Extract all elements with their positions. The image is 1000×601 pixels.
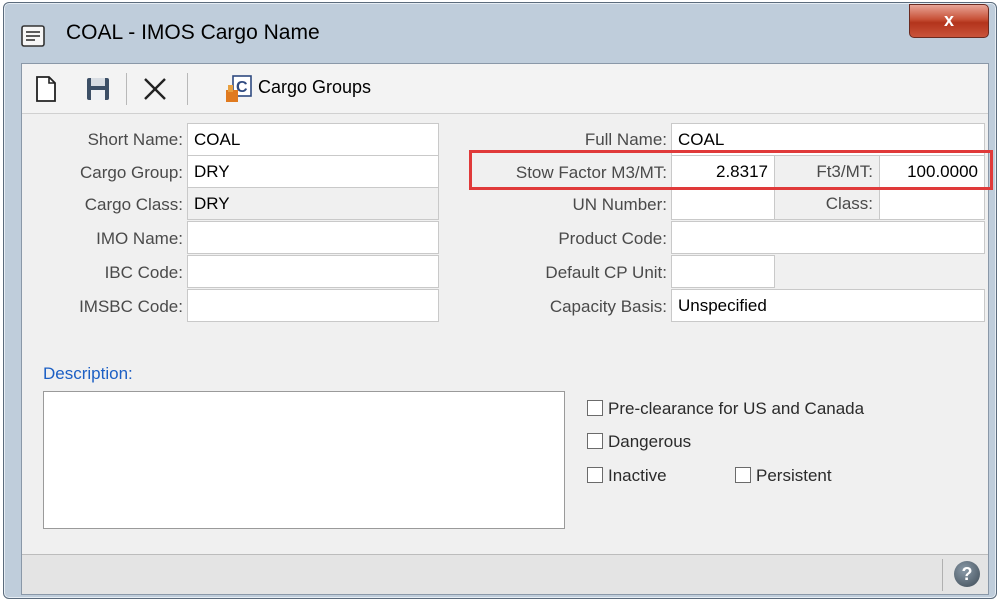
imo-name-label: IMO Name: (96, 229, 183, 248)
imo-name-field[interactable] (187, 221, 439, 254)
cargo-groups-button[interactable]: C Cargo Groups (218, 64, 388, 114)
imsbc-code-label: IMSBC Code: (79, 297, 183, 316)
status-separator (942, 559, 943, 591)
imsbc-code-field[interactable] (187, 289, 439, 322)
checkbox-box[interactable] (587, 400, 603, 416)
toolbar-separator (187, 73, 188, 105)
cargo-groups-label: Cargo Groups (258, 77, 372, 97)
close-button[interactable]: x (909, 4, 989, 38)
un-number-field[interactable] (671, 187, 775, 220)
title-bar[interactable]: COAL - IMOS Cargo Name x (4, 3, 996, 61)
cargo-name-window: COAL - IMOS Cargo Name x C Cargo Groups … (3, 2, 997, 599)
cargo-class-field: DRY (187, 187, 439, 220)
class-label: Class: (774, 187, 880, 220)
inactive-checkbox[interactable]: Inactive (587, 466, 667, 488)
checkbox-box[interactable] (587, 467, 603, 483)
short-name-field[interactable]: COAL (187, 123, 439, 156)
status-bar: ? (22, 554, 988, 594)
delete-icon[interactable] (142, 76, 168, 107)
capacity-basis-field[interactable]: Unspecified (671, 289, 985, 322)
pre-clearance-checkbox[interactable]: Pre-clearance for US and Canada (587, 399, 864, 421)
un-number-label: UN Number: (572, 195, 667, 214)
product-code-field[interactable] (671, 221, 985, 254)
default-cp-unit-label: Default CP Unit: (545, 263, 667, 282)
ibc-code-field[interactable] (187, 255, 439, 288)
pre-clearance-label: Pre-clearance for US and Canada (608, 399, 865, 418)
toolbar: C Cargo Groups (22, 64, 988, 114)
window-icon (21, 25, 45, 47)
close-icon: x (943, 10, 954, 30)
stow-factor-highlight-box (469, 150, 993, 190)
new-document-icon[interactable] (35, 75, 57, 108)
form-panel: C Cargo Groups Short Name: COAL Cargo Gr… (21, 63, 993, 595)
cargo-group-label: Cargo Group: (80, 163, 183, 182)
description-label: Description: (43, 364, 133, 383)
checkbox-box[interactable] (735, 467, 751, 483)
dangerous-checkbox[interactable]: Dangerous (587, 432, 691, 454)
window-title: COAL - IMOS Cargo Name (66, 21, 320, 44)
capacity-basis-label: Capacity Basis: (549, 297, 667, 316)
default-cp-unit-field[interactable] (671, 255, 775, 288)
cargo-class-label: Cargo Class: (84, 195, 183, 214)
short-name-label: Short Name: (87, 130, 183, 149)
save-icon[interactable] (86, 77, 110, 106)
inactive-label: Inactive (608, 466, 667, 485)
cargo-group-field[interactable]: DRY (187, 155, 439, 188)
full-name-label: Full Name: (584, 130, 667, 149)
persistent-label: Persistent (756, 466, 832, 485)
ibc-code-label: IBC Code: (104, 263, 183, 282)
checkbox-box[interactable] (587, 433, 603, 449)
cargo-groups-icon: C (225, 75, 253, 108)
toolbar-separator (126, 73, 127, 105)
product-code-label: Product Code: (558, 229, 667, 248)
dangerous-label: Dangerous (608, 432, 692, 451)
class-field[interactable] (879, 187, 985, 220)
help-icon[interactable]: ? (954, 561, 980, 587)
persistent-checkbox[interactable]: Persistent (735, 466, 832, 488)
description-textarea[interactable] (43, 391, 565, 529)
